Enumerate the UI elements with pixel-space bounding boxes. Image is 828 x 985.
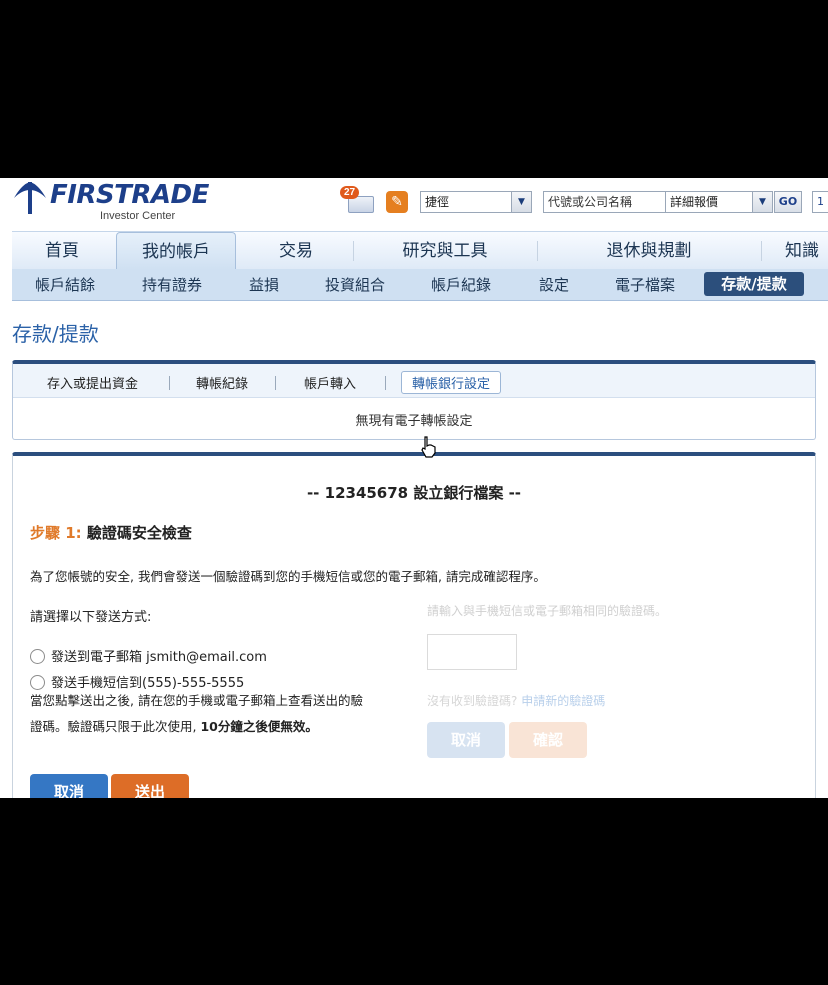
sub-tab-positions[interactable]: 持有證券 (126, 269, 218, 301)
option-email[interactable]: 發送到電子郵箱 jsmith@email.com (30, 646, 267, 665)
confirm-button[interactable]: 確認 (509, 722, 587, 758)
sub-tab-gainloss[interactable]: 益損 (236, 269, 292, 301)
brand-tagline: Investor Center (100, 210, 176, 222)
tab-deposit-withdraw-funds[interactable]: 存入或提出資金 (47, 373, 138, 392)
resend-row: 沒有收到驗證碼? 申請新的驗證碼 (427, 692, 605, 709)
email-radio[interactable] (30, 649, 45, 664)
send-hint: 當您點擊送出之後, 請在您的手機或電子郵箱上查看送出的驗 證碼。驗證碼只限于此次… (30, 688, 400, 740)
firstrade-logo-icon (14, 182, 46, 214)
delivery-method-label: 請選擇以下發送方式: (30, 610, 152, 625)
hint-line-2: 證碼。驗證碼只限于此次使用, (30, 719, 201, 734)
verification-code-input[interactable] (427, 634, 517, 670)
sub-tab-deposit-withdraw[interactable]: 存款/提款 (704, 272, 804, 296)
step-number: 步驟 1: (30, 524, 82, 542)
hint-expiry: 10分鐘之後便無效。 (200, 719, 318, 734)
main-tab-knowledge[interactable]: 知識 (762, 232, 828, 270)
option-email-label: 發送到電子郵箱 jsmith@email.com (51, 650, 267, 665)
quote-type-value: 詳細報價 (670, 195, 719, 209)
step-title: 步驟 1: 驗證碼安全檢查 (30, 522, 192, 543)
quote-type-select[interactable]: 詳細報價 ▼ (665, 191, 773, 213)
symbol-search-input[interactable]: 代號或公司名稱 (543, 191, 665, 213)
sub-tab-documents[interactable]: 電子檔案 (602, 269, 688, 301)
account-setup-title: -- 12345678 設立銀行檔案 -- (306, 484, 522, 502)
sub-nav: 帳戶結餘 持有證券 益損 投資組合 帳戶紀錄 設定 電子檔案 存款/提款 (12, 269, 828, 301)
pencil-icon[interactable]: ✎ (386, 191, 408, 213)
resend-question: 沒有收到驗證碼? (427, 694, 518, 708)
main-tab-my-account[interactable]: 我的帳戶 (116, 232, 236, 270)
message-count-badge: 27 (340, 186, 360, 199)
sub-tab-settings[interactable]: 設定 (526, 269, 582, 301)
extra-header-button[interactable]: 1 (812, 191, 828, 213)
tab-divider (169, 376, 170, 390)
shortcut-select-value: 捷徑 (425, 195, 450, 209)
cancel-button[interactable]: 取消 (30, 774, 108, 798)
main-tab-research[interactable]: 研究與工具 (354, 232, 536, 270)
code-prompt: 請輸入與手機短信或電子郵箱相同的驗證碼。 (427, 604, 668, 618)
brand-name: FIRSTRADE (50, 180, 209, 210)
messages-icon[interactable]: 27 (340, 186, 374, 214)
firstrade-logo[interactable]: FIRSTRADE Investor Center (12, 180, 209, 224)
symbol-search-placeholder: 代號或公司名稱 (548, 195, 633, 209)
resend-code-link[interactable]: 申請新的驗證碼 (521, 694, 605, 708)
main-nav: 首頁 我的帳戶 交易 研究與工具 退休與規劃 知識 (12, 231, 828, 270)
main-tab-retirement[interactable]: 退休與規劃 (538, 232, 760, 270)
chevron-down-icon: ▼ (511, 192, 531, 212)
tab-divider (275, 376, 276, 390)
tab-account-transfer-in[interactable]: 帳戶轉入 (304, 373, 356, 392)
main-tab-trade[interactable]: 交易 (240, 232, 352, 270)
sub-tab-history[interactable]: 帳戶紀錄 (418, 269, 504, 301)
shortcut-select[interactable]: 捷徑 ▼ (420, 191, 532, 213)
sub-tab-balances[interactable]: 帳戶結餘 (22, 269, 108, 301)
tab-bank-settings[interactable]: 轉帳銀行設定 (401, 371, 502, 394)
transfer-tabs: 存入或提出資金 轉帳紀錄 帳戶轉入 轉帳銀行設定 (13, 364, 815, 398)
go-button[interactable]: GO (774, 191, 802, 213)
tab-divider (385, 376, 386, 390)
code-entry-area: 請輸入與手機短信或電子郵箱相同的驗證碼。 沒有收到驗證碼? 申請新的驗證碼 取消… (423, 582, 803, 767)
main-tab-home[interactable]: 首頁 (12, 232, 112, 270)
firstrade-screen: FIRSTRADE Investor Center 27 ✎ 捷徑 ▼ 代號或公… (0, 178, 828, 798)
sub-tab-portfolio[interactable]: 投資組合 (312, 269, 398, 301)
hand-cursor-icon (421, 436, 436, 458)
code-cancel-button[interactable]: 取消 (427, 722, 505, 758)
page-title: 存款/提款 (12, 322, 99, 346)
step-label: 驗證碼安全檢查 (81, 524, 192, 542)
send-button[interactable]: 送出 (111, 774, 189, 798)
verification-panel: -- 12345678 設立銀行檔案 -- 步驟 1: 驗證碼安全檢查 為了您帳… (12, 452, 816, 798)
tab-transfer-history[interactable]: 轉帳紀錄 (196, 373, 248, 392)
chevron-down-icon: ▼ (752, 192, 772, 212)
no-settings-message: 無現有電子轉帳設定 (355, 414, 473, 429)
transfer-settings-panel: 存入或提出資金 轉帳紀錄 帳戶轉入 轉帳銀行設定 無現有電子轉帳設定 (12, 360, 816, 440)
hint-line-1: 當您點擊送出之後, 請在您的手機或電子郵箱上查看送出的驗 (30, 693, 363, 708)
